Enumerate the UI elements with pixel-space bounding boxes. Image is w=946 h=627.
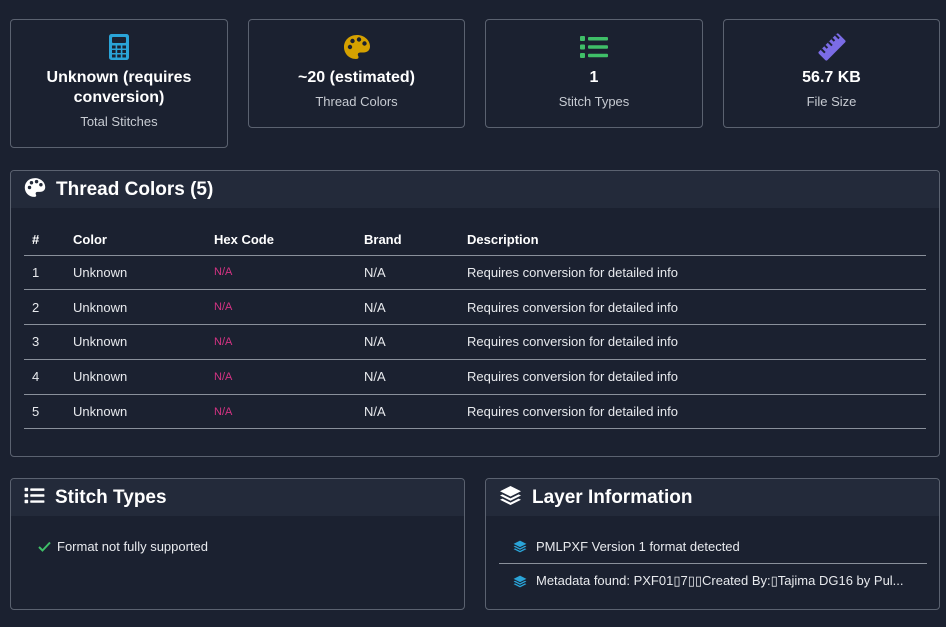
stitch-types-panel: Stitch Types Format not fully supported [10,478,465,610]
stat-value: Unknown (requires conversion) [46,69,192,106]
cell-index: 3 [24,324,73,360]
table-row: 4 Unknown N/A N/A Requires conversion fo… [24,359,926,395]
cell-color: Unknown [73,289,214,326]
thread-colors-panel: Thread Colors (5) # Color Hex Code Brand… [10,170,940,457]
panel-header: Thread Colors (5) [11,171,939,208]
cell-description: Requires conversion for detailed info [467,394,926,430]
cell-description: Requires conversion for detailed info [467,324,926,360]
panel-title: Thread Colors (5) [56,178,214,200]
list-item: Metadata found: PXF01▯7▯▯Created By:▯Taj… [499,564,927,598]
table-row: 3 Unknown N/A N/A Requires conversion fo… [24,324,926,360]
stat-card-thread-colors: ~20 (estimated) Thread Colors [248,19,465,128]
thread-colors-table: # Color Hex Code Brand Description 1 Unk… [24,225,926,430]
cell-brand: N/A [364,255,467,291]
cell-hex: N/A [214,289,364,326]
column-header: # [24,225,73,256]
panel-header: Layer Information [486,479,939,516]
stat-label: File Size [806,94,857,109]
column-header: Color [73,225,214,256]
column-header: Brand [364,225,467,256]
table-row: 2 Unknown N/A N/A Requires conversion fo… [24,289,926,326]
panel-header: Stitch Types [11,479,464,516]
palette-icon [24,177,46,203]
cell-index: 2 [24,289,73,326]
cell-color: Unknown [73,255,214,291]
check-icon [38,541,51,552]
layers-icon [513,540,527,553]
column-header: Hex Code [214,225,364,256]
layers-icon [513,575,527,588]
panel-title: Stitch Types [55,486,167,508]
stat-label: Total Stitches [80,114,158,129]
cell-description: Requires conversion for detailed info [467,289,926,326]
stat-label: Stitch Types [558,94,630,109]
table-row: 1 Unknown N/A N/A Requires conversion fo… [24,255,926,291]
cell-description: Requires conversion for detailed info [467,359,926,395]
cell-hex: N/A [214,394,364,430]
list-item: PMLPXF Version 1 format detected [499,530,927,564]
cell-color: Unknown [73,394,214,430]
cell-description: Requires conversion for detailed info [467,255,926,291]
table-header-row: # Color Hex Code Brand Description [24,225,926,256]
cell-index: 5 [24,394,73,430]
layer-info-panel: Layer Information PMLPXF Version 1 forma… [485,478,940,610]
list-item: Format not fully supported [38,539,208,554]
stat-card-stitch-types: 1 Stitch Types [485,19,703,128]
stitch-type-label: Format not fully supported [57,539,209,554]
stat-card-total-stitches: Unknown (requires conversion) Total Stit… [10,19,228,148]
stat-value: 1 [589,69,599,86]
cell-brand: N/A [364,359,467,395]
column-header: Description [467,225,926,256]
cell-hex: N/A [214,255,364,291]
cell-brand: N/A [364,394,467,430]
list-icon [24,487,45,509]
layer-info-text: Metadata found: PXF01▯7▯▯Created By:▯Taj… [536,573,904,588]
cell-brand: N/A [364,324,467,360]
cell-color: Unknown [73,359,214,395]
palette-icon [249,32,464,62]
list-icon [486,32,702,62]
layer-info-text: PMLPXF Version 1 format detected [536,539,740,554]
cell-index: 4 [24,359,73,395]
table-row: 5 Unknown N/A N/A Requires conversion fo… [24,394,926,430]
cell-hex: N/A [214,324,364,360]
ruler-icon [724,32,939,62]
cell-brand: N/A [364,289,467,326]
stat-card-file-size: 56.7 KB File Size [723,19,940,128]
stat-value: ~20 (estimated) [298,69,415,86]
cell-index: 1 [24,255,73,291]
cell-color: Unknown [73,324,214,360]
stat-label: Thread Colors [315,94,398,109]
cell-hex: N/A [214,359,364,395]
stat-value: 56.7 KB [802,69,861,86]
layers-icon [499,485,522,511]
calculator-icon [11,32,227,62]
panel-title: Layer Information [532,486,693,508]
